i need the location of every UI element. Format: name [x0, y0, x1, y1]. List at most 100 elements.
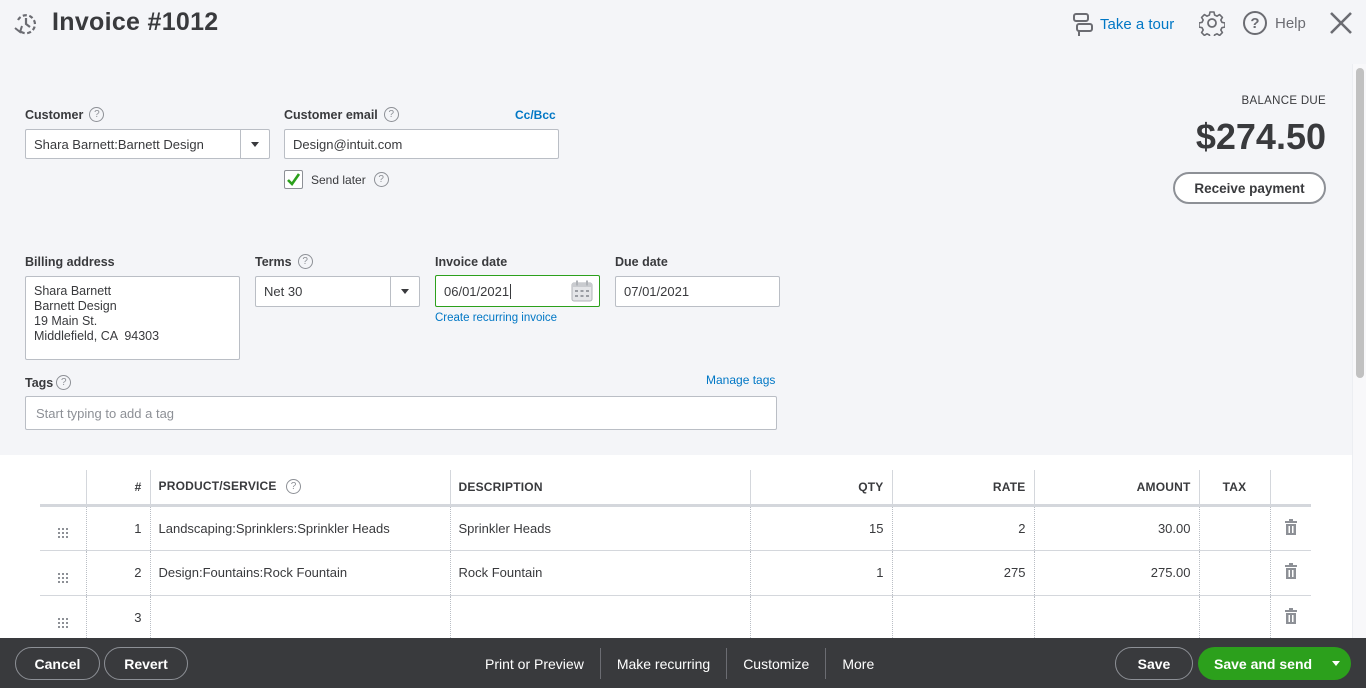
- description-cell[interactable]: [449, 595, 750, 641]
- customer-select[interactable]: Shara Barnett:Barnett Design: [25, 129, 270, 159]
- invoice-date-label-text: Invoice date: [435, 255, 508, 269]
- billing-line: Middlefield, CA 94303: [34, 329, 160, 343]
- table-row[interactable]: 3: [40, 595, 1311, 641]
- rate-cell[interactable]: [891, 595, 1034, 641]
- description-cell[interactable]: Rock Fountain: [449, 550, 750, 596]
- save-and-send-split-button: Save and send: [1198, 647, 1351, 680]
- customize-button[interactable]: Customize: [726, 648, 825, 679]
- footer-secondary-actions: Print or Preview Make recurring Customiz…: [469, 648, 890, 679]
- tags-input[interactable]: Start typing to add a tag: [25, 396, 777, 430]
- help-icon[interactable]: ?: [56, 375, 72, 390]
- terms-dropdown-button[interactable]: [390, 277, 419, 306]
- help-icon[interactable]: ?: [383, 107, 399, 122]
- terms-value: Net 30: [264, 284, 303, 299]
- scrollbar-thumb[interactable]: [1356, 68, 1364, 378]
- column-header-product-text: PRODUCT/SERVICE: [158, 479, 277, 494]
- billing-address-textarea[interactable]: Shara Barnett Barnett Design 19 Main St.…: [25, 276, 240, 360]
- header: Invoice #1012 Take a tour ? Help: [0, 0, 1366, 48]
- take-a-tour-link[interactable]: Take a tour: [1072, 12, 1174, 36]
- drag-handle-icon: [57, 617, 68, 628]
- make-recurring-button[interactable]: Make recurring: [599, 648, 726, 679]
- help-icon[interactable]: ?: [373, 172, 389, 187]
- qty-cell[interactable]: 1: [749, 550, 892, 596]
- due-date-label: Due date: [615, 255, 668, 269]
- terms-label: Terms ?: [255, 254, 313, 269]
- due-date-value: 07/01/2021: [624, 284, 690, 299]
- product-cell[interactable]: Landscaping:Sprinklers:Sprinkler Heads: [149, 505, 450, 551]
- delete-column-header: [1269, 470, 1311, 507]
- page-title: Invoice #1012: [52, 8, 219, 36]
- rate-cell[interactable]: 275: [891, 550, 1034, 596]
- due-date-input[interactable]: 07/01/2021: [615, 276, 780, 307]
- product-cell[interactable]: [149, 595, 450, 641]
- customer-email-value: Design@intuit.com: [293, 136, 403, 152]
- invoice-date-label: Invoice date: [435, 255, 507, 269]
- save-button[interactable]: Save: [1115, 647, 1193, 680]
- cc-bcc-link[interactable]: Cc/Bcc: [515, 108, 556, 122]
- cancel-button[interactable]: Cancel: [15, 647, 100, 680]
- drag-handle[interactable]: [40, 505, 86, 551]
- description-cell[interactable]: Sprinkler Heads: [449, 505, 750, 551]
- drag-handle[interactable]: [40, 595, 86, 641]
- help-button[interactable]: ? Help: [1243, 11, 1306, 35]
- help-icon[interactable]: ?: [89, 107, 105, 122]
- revert-button[interactable]: Revert: [104, 647, 188, 680]
- customer-value: Shara Barnett:Barnett Design: [34, 136, 204, 152]
- amount-cell[interactable]: 30.00: [1033, 505, 1199, 551]
- terms-select[interactable]: Net 30: [255, 276, 420, 307]
- send-later-checkbox[interactable]: [284, 170, 303, 189]
- column-header-rate: RATE: [891, 470, 1034, 507]
- drag-handle[interactable]: [40, 550, 86, 596]
- billing-address-label: Billing address: [25, 255, 115, 269]
- customer-label: Customer ?: [25, 107, 105, 122]
- rate-cell[interactable]: 2: [891, 505, 1034, 551]
- customer-dropdown-button[interactable]: [240, 130, 269, 158]
- create-recurring-invoice-link[interactable]: Create recurring invoice: [435, 312, 557, 324]
- print-or-preview-button[interactable]: Print or Preview: [469, 648, 600, 679]
- billing-line: Shara Barnett: [34, 284, 112, 298]
- receive-payment-button[interactable]: Receive payment: [1173, 172, 1326, 204]
- tax-cell[interactable]: [1198, 505, 1270, 551]
- delete-row-button[interactable]: [1269, 505, 1311, 551]
- calendar-icon[interactable]: [571, 280, 593, 302]
- qty-cell[interactable]: [749, 595, 892, 641]
- billing-line: 19 Main St.: [34, 314, 98, 328]
- qty-cell[interactable]: 15: [749, 505, 892, 551]
- amount-cell[interactable]: 275.00: [1033, 550, 1199, 596]
- text-cursor: [510, 283, 512, 299]
- billing-line: Barnett Design: [34, 299, 117, 313]
- help-icon: ?: [1243, 11, 1267, 35]
- customer-email-input[interactable]: Design@intuit.com: [284, 129, 559, 159]
- close-icon[interactable]: [1327, 9, 1355, 37]
- delete-row-button[interactable]: [1269, 595, 1311, 641]
- delete-row-button[interactable]: [1269, 550, 1311, 596]
- help-icon[interactable]: ?: [297, 254, 313, 269]
- recent-transactions-icon[interactable]: [12, 10, 40, 38]
- take-a-tour-label: Take a tour: [1100, 15, 1175, 33]
- manage-tags-link[interactable]: Manage tags: [706, 373, 775, 387]
- gear-icon[interactable]: [1199, 10, 1225, 36]
- send-later-text: Send later: [311, 172, 366, 187]
- product-cell[interactable]: Design:Fountains:Rock Fountain: [149, 550, 450, 596]
- tags-label: Tags ?: [25, 375, 72, 390]
- row-number: 3: [85, 595, 150, 641]
- row-number: 1: [85, 505, 150, 551]
- tax-cell[interactable]: [1198, 550, 1270, 596]
- more-button[interactable]: More: [825, 648, 890, 679]
- trash-icon: [1284, 518, 1297, 535]
- chevron-down-icon: [401, 289, 409, 294]
- table-row[interactable]: 1 Landscaping:Sprinklers:Sprinkler Heads…: [40, 505, 1311, 551]
- due-date-label-text: Due date: [615, 255, 668, 269]
- help-icon[interactable]: ?: [286, 479, 302, 495]
- signpost-icon: [1073, 13, 1093, 36]
- table-row[interactable]: 2 Design:Fountains:Rock Fountain Rock Fo…: [40, 550, 1311, 596]
- amount-cell[interactable]: [1033, 595, 1199, 641]
- tags-label-text: Tags: [25, 375, 54, 390]
- save-and-send-button[interactable]: Save and send: [1198, 656, 1321, 672]
- invoice-date-input[interactable]: 06/01/2021: [435, 275, 600, 307]
- balance-due-amount: $274.50: [1195, 116, 1326, 157]
- save-options-dropdown[interactable]: [1321, 661, 1351, 666]
- tax-cell[interactable]: [1198, 595, 1270, 641]
- page-scrollbar[interactable]: [1352, 64, 1366, 638]
- row-number: 2: [85, 550, 150, 596]
